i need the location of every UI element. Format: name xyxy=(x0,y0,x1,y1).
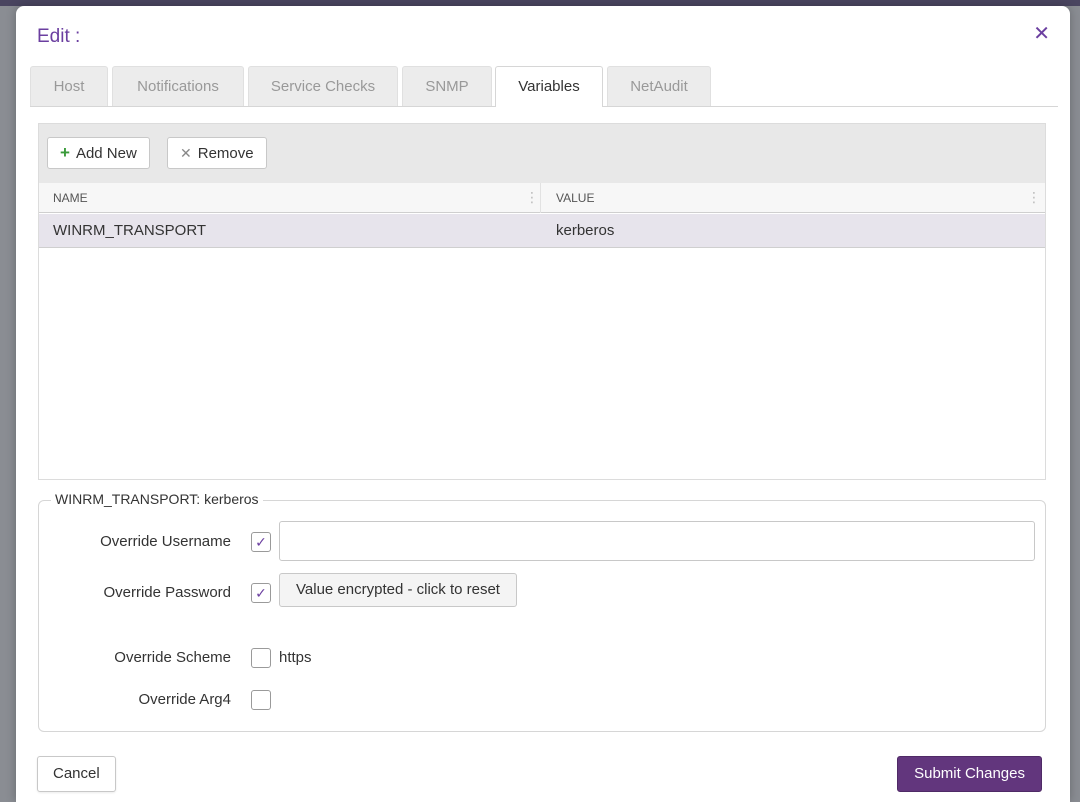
plus-icon: + xyxy=(60,143,70,162)
submit-changes-button[interactable]: Submit Changes xyxy=(897,756,1042,792)
x-icon: ✕ xyxy=(180,145,192,161)
column-menu-icon[interactable]: ⋮ xyxy=(1027,190,1041,204)
column-header-name[interactable]: NAME xyxy=(53,183,88,213)
override-password-checkbox[interactable]: ✓ xyxy=(251,583,271,603)
override-arg4-label: Override Arg4 xyxy=(138,691,231,708)
variables-grid: + Add New ✕ Remove NAME ⋮ VALUE ⋮ WINRM_TR… xyxy=(38,123,1046,480)
remove-button[interactable]: ✕ Remove xyxy=(167,137,267,169)
column-resize-handle[interactable] xyxy=(540,183,541,213)
column-menu-icon[interactable]: ⋮ xyxy=(525,190,539,204)
tab-snmp[interactable]: SNMP xyxy=(402,66,492,106)
fieldset-legend: WINRM_TRANSPORT: kerberos xyxy=(51,491,263,507)
cancel-button[interactable]: Cancel xyxy=(37,756,116,792)
override-password-label: Override Password xyxy=(103,584,231,601)
grid-toolbar: + Add New ✕ Remove xyxy=(39,124,1045,183)
tab-netaudit[interactable]: NetAudit xyxy=(607,66,711,106)
tab-notifications[interactable]: Notifications xyxy=(112,66,244,106)
table-row[interactable]: WINRM_TRANSPORT kerberos xyxy=(39,214,1045,248)
edit-dialog: Edit : ✕ Host Notifications Service Chec… xyxy=(16,6,1070,802)
add-new-button[interactable]: + Add New xyxy=(47,137,150,169)
column-header-value[interactable]: VALUE xyxy=(556,183,594,213)
tab-host[interactable]: Host xyxy=(30,66,108,106)
grid-header: NAME ⋮ VALUE ⋮ xyxy=(39,183,1045,213)
override-username-label: Override Username xyxy=(100,533,231,550)
add-new-label: Add New xyxy=(75,145,137,162)
dialog-title: Edit : xyxy=(37,26,81,47)
tab-service-checks[interactable]: Service Checks xyxy=(248,66,398,106)
override-username-checkbox[interactable]: ✓ xyxy=(251,532,271,552)
cell-name: WINRM_TRANSPORT xyxy=(53,222,207,239)
remove-label: Remove xyxy=(197,145,254,162)
variable-detail-fieldset: WINRM_TRANSPORT: kerberos Override Usern… xyxy=(38,491,1046,732)
tab-variables[interactable]: Variables xyxy=(495,66,603,107)
cell-value: kerberos xyxy=(556,222,615,239)
https-option-label: https xyxy=(279,649,312,666)
override-scheme-checkbox[interactable] xyxy=(251,648,271,668)
reset-password-button[interactable]: Value encrypted - click to reset xyxy=(279,573,517,607)
tab-bar: Host Notifications Service Checks SNMP V… xyxy=(30,66,1058,107)
close-icon[interactable]: ✕ xyxy=(1033,24,1050,44)
username-input[interactable] xyxy=(279,521,1035,561)
override-arg4-checkbox[interactable] xyxy=(251,690,271,710)
override-scheme-label: Override Scheme xyxy=(114,649,231,666)
